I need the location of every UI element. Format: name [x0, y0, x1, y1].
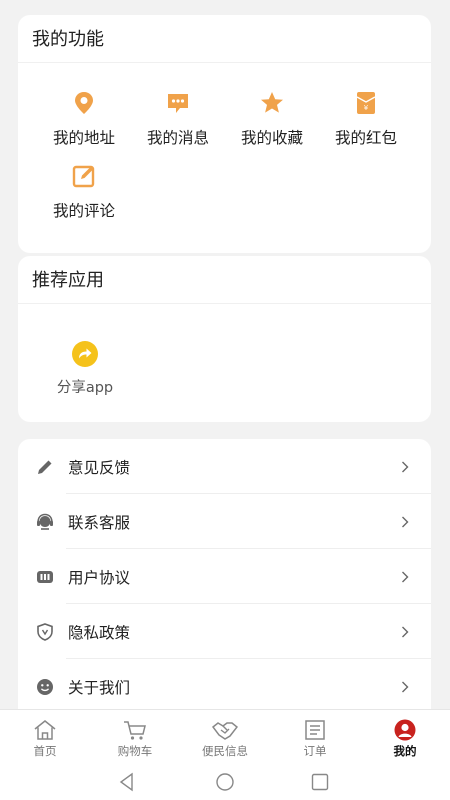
tab-home-label: 首页 [33, 744, 57, 758]
recommended-apps-grid: 分享app [18, 304, 431, 422]
chevron-right-icon [402, 626, 409, 637]
my-functions-grid: 我的地址 我的消息 我的收藏 ¥ 我的红包 我的评论 [18, 63, 431, 253]
cart-icon [124, 721, 146, 740]
message-icon [168, 94, 188, 113]
feature-my-address[interactable]: 我的地址 [37, 90, 131, 148]
tab-convenience-info[interactable]: 便民信息 [180, 710, 270, 763]
feature-my-comments[interactable]: 我的评论 [37, 163, 131, 221]
menu-item-about-us-label: 关于我们 [68, 678, 131, 697]
tab-orders-label: 订单 [303, 744, 327, 758]
menu-item-user-agreement-label: 用户协议 [68, 568, 131, 587]
recommended-apps-card: 推荐应用 分享app [18, 256, 431, 422]
chevron-right-icon [402, 516, 409, 527]
shield-icon [37, 622, 53, 641]
menu-item-user-agreement[interactable]: 用户协议 [18, 549, 431, 604]
settings-menu-card: 意见反馈 联系客服 用户协议 隐私政策 关于我们 [18, 439, 431, 711]
menu-item-privacy-policy-label: 隐私政策 [68, 623, 131, 642]
headset-icon [37, 513, 53, 530]
system-navigation-bar [0, 762, 450, 800]
share-app-label: 分享app [56, 380, 114, 396]
my-functions-title: 我的功能 [18, 15, 431, 63]
feature-my-messages-label: 我的消息 [146, 129, 209, 147]
chevron-right-icon [402, 681, 409, 692]
my-functions-card: 我的功能 我的地址 我的消息 我的收藏 ¥ 我的红包 我的评论 [18, 15, 431, 253]
tab-convenience-info-label: 便民信息 [202, 744, 248, 758]
location-pin-icon [75, 92, 93, 114]
menu-item-contact-service-label: 联系客服 [68, 513, 131, 532]
pencil-icon [38, 460, 52, 474]
tab-orders[interactable]: 订单 [270, 710, 360, 763]
feature-my-red-envelope-label: 我的红包 [334, 129, 397, 147]
agreement-icon [37, 570, 53, 583]
recommended-apps-title: 推荐应用 [18, 256, 431, 304]
tab-mine[interactable]: 我的 [360, 710, 450, 763]
menu-item-about-us[interactable]: 关于我们 [18, 659, 431, 711]
star-icon [261, 92, 283, 113]
handshake-icon [212, 722, 238, 740]
feature-my-address-label: 我的地址 [52, 129, 115, 147]
tab-mine-label: 我的 [393, 744, 417, 758]
chevron-right-icon [402, 571, 409, 582]
red-envelope-icon: ¥ [356, 92, 376, 114]
bottom-tab-bar: 首页 购物车 便民信息 订单 我的 [0, 709, 450, 762]
menu-item-feedback-label: 意见反馈 [68, 458, 131, 477]
feature-my-favorites[interactable]: 我的收藏 [225, 90, 319, 148]
home-icon [34, 720, 56, 740]
feature-my-messages[interactable]: 我的消息 [131, 90, 225, 148]
feature-my-comments-label: 我的评论 [52, 202, 115, 220]
share-icon [72, 341, 98, 367]
feature-my-favorites-label: 我的收藏 [240, 129, 303, 147]
smiley-icon [37, 678, 53, 695]
feature-my-red-envelope[interactable]: ¥ 我的红包 [319, 90, 413, 148]
tab-home[interactable]: 首页 [0, 710, 90, 763]
recents-icon[interactable] [310, 772, 330, 792]
menu-item-contact-service[interactable]: 联系客服 [18, 494, 431, 549]
tab-cart[interactable]: 购物车 [90, 710, 180, 763]
back-icon[interactable] [117, 772, 137, 792]
svg-text:¥: ¥ [364, 104, 369, 112]
user-icon [394, 719, 416, 741]
home-button-icon[interactable] [215, 772, 235, 792]
order-list-icon [305, 720, 325, 740]
edit-comment-icon [72, 165, 95, 188]
chevron-right-icon [402, 461, 409, 472]
share-app-item[interactable]: 分享app [50, 340, 120, 397]
menu-item-privacy-policy[interactable]: 隐私政策 [18, 604, 431, 659]
menu-item-feedback[interactable]: 意见反馈 [18, 439, 431, 494]
tab-cart-label: 购物车 [117, 744, 153, 758]
